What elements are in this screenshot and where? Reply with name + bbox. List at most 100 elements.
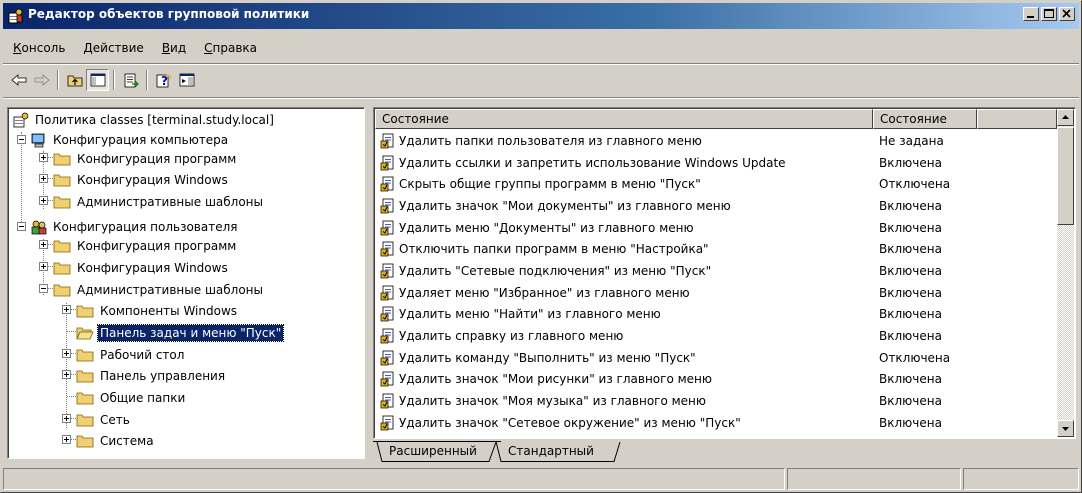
expand-toggle[interactable] bbox=[62, 305, 71, 314]
tree-item-control-panel[interactable]: Панель управления bbox=[76, 366, 227, 386]
menu-separator bbox=[3, 63, 1079, 65]
policy-state: Включена bbox=[879, 242, 942, 257]
column-header-name[interactable]: Состояние bbox=[375, 109, 873, 129]
policy-state: Включена bbox=[879, 155, 942, 170]
maximize-icon bbox=[1044, 9, 1054, 18]
tree-item-cc-programs[interactable]: Конфигурация программ bbox=[53, 149, 238, 169]
policy-name: Отключить папки программ в меню "Настрой… bbox=[399, 242, 709, 257]
tree-item-cc-windows[interactable]: Конфигурация Windows bbox=[53, 170, 230, 190]
expand-toggle[interactable] bbox=[39, 153, 48, 162]
policy-row[interactable]: Удалить значок "Мои документы" из главно… bbox=[375, 195, 1059, 217]
policy-row[interactable]: Удалить меню "Документы" из главного мен… bbox=[375, 217, 1059, 239]
policy-state: Включена bbox=[879, 263, 942, 278]
scroll-thumb[interactable] bbox=[1057, 127, 1074, 225]
expand-toggle[interactable] bbox=[62, 370, 71, 379]
policy-row[interactable]: Удалить значок "Мои рисунки" из главного… bbox=[375, 369, 1059, 391]
policy-row[interactable]: Удалить команду "Выполнить" из меню "Пус… bbox=[375, 347, 1059, 369]
scroll-up-button[interactable] bbox=[1057, 109, 1074, 126]
policy-row[interactable]: Скрыть общие группы программ в меню "Пус… bbox=[375, 173, 1059, 195]
column-headers: Состояние Состояние bbox=[375, 109, 1057, 129]
policy-name-cell: Удалить папки пользователя из главного м… bbox=[375, 133, 873, 149]
status-panel-2 bbox=[787, 468, 961, 490]
details-list[interactable]: Состояние Состояние Удалить папки пользо… bbox=[373, 107, 1076, 439]
show-action-pane-button[interactable] bbox=[175, 69, 198, 91]
maximize-button[interactable] bbox=[1041, 7, 1057, 21]
tree-item-label: Конфигурация Windows bbox=[77, 261, 228, 275]
expand-toggle[interactable] bbox=[39, 262, 48, 271]
menu-view[interactable]: Вид bbox=[152, 37, 194, 59]
policy-state: Отключена bbox=[879, 350, 951, 365]
policy-name: Удалить меню "Найти" из главного меню bbox=[399, 307, 661, 322]
policy-row[interactable]: Удаляет меню "Избранное" из главного мен… bbox=[375, 282, 1059, 304]
forward-button[interactable] bbox=[30, 69, 53, 91]
help-icon: ? bbox=[156, 72, 172, 88]
policy-setting-icon bbox=[380, 133, 394, 149]
collapse-toggle[interactable] bbox=[17, 222, 26, 231]
scroll-down-button[interactable] bbox=[1057, 420, 1074, 437]
expand-toggle[interactable] bbox=[62, 414, 71, 423]
policy-name-cell: Удалить значок "Мои документы" из главно… bbox=[375, 198, 873, 214]
up-level-button[interactable] bbox=[63, 69, 86, 91]
tree-item-label: Административные шаблоны bbox=[77, 283, 264, 297]
tree-item-desktop[interactable]: Рабочий стол bbox=[76, 345, 186, 365]
tab-extended[interactable]: Расширенный bbox=[383, 441, 483, 462]
expand-toggle[interactable] bbox=[39, 196, 48, 205]
tree-item-network[interactable]: Сеть bbox=[76, 410, 132, 430]
help-button[interactable]: ? bbox=[152, 69, 175, 91]
tree-item-computer-config[interactable]: Конфигурация компьютера bbox=[30, 130, 230, 150]
collapse-toggle[interactable] bbox=[17, 135, 26, 144]
tree-item-system[interactable]: Система bbox=[76, 431, 156, 451]
close-button[interactable] bbox=[1059, 7, 1075, 21]
policy-row[interactable]: Удалить значок "Моя музыка" из главного … bbox=[375, 390, 1059, 412]
title-bar[interactable]: Редактор объектов групповой политики bbox=[3, 3, 1079, 29]
tree-item-uc-templates[interactable]: Административные шаблоны bbox=[53, 280, 265, 300]
show-hide-tree-button[interactable] bbox=[86, 69, 109, 91]
policy-setting-icon bbox=[380, 220, 394, 235]
tree-item-label: Конфигурация программ bbox=[77, 152, 237, 166]
tree-item-components[interactable]: Компоненты Windows bbox=[76, 301, 239, 321]
menu-console[interactable]: Консоль bbox=[3, 37, 73, 59]
menu-help-mnemonic: С bbox=[204, 41, 213, 55]
policy-row[interactable]: Удалить "Сетевые подключения" из меню "П… bbox=[375, 260, 1059, 282]
tab-standard[interactable]: Стандартный bbox=[502, 441, 600, 462]
tree-item-uc-windows[interactable]: Конфигурация Windows bbox=[53, 258, 230, 278]
folder-icon bbox=[53, 240, 71, 253]
policy-row[interactable]: Удалить меню "Найти" из главного меню Вкл… bbox=[375, 304, 1059, 326]
back-button[interactable] bbox=[7, 69, 30, 91]
tree-item-uc-programs[interactable]: Конфигурация программ bbox=[53, 236, 238, 256]
expand-toggle[interactable] bbox=[39, 174, 48, 183]
policy-row[interactable]: Отключить папки программ в меню "Настрой… bbox=[375, 238, 1059, 260]
expand-toggle[interactable] bbox=[62, 435, 71, 444]
policy-state: Включена bbox=[879, 285, 942, 300]
tree-line bbox=[67, 396, 76, 397]
policy-name: Удалить меню "Документы" из главного мен… bbox=[399, 220, 694, 235]
expand-toggle[interactable] bbox=[39, 240, 48, 249]
policy-state: Включена bbox=[879, 394, 942, 409]
tree-line bbox=[66, 303, 67, 428]
minimize-button[interactable] bbox=[1023, 7, 1039, 21]
vertical-scrollbar[interactable] bbox=[1057, 109, 1074, 437]
policy-row[interactable]: Удалить ссылки и запретить использование… bbox=[375, 152, 1059, 174]
policy-row[interactable]: Удалить папки пользователя из главного м… bbox=[375, 130, 1059, 152]
column-header-extra[interactable] bbox=[977, 109, 1057, 129]
tree-item-user-config[interactable]: Конфигурация пользователя bbox=[30, 217, 239, 237]
tree-item-label: Рабочий стол bbox=[100, 348, 185, 362]
menu-console-mnemonic: К bbox=[13, 41, 22, 55]
tree-line bbox=[21, 132, 22, 230]
export-list-button[interactable] bbox=[119, 69, 142, 91]
collapse-toggle[interactable] bbox=[39, 284, 48, 293]
tree-item-cc-templates[interactable]: Административные шаблоны bbox=[53, 192, 265, 212]
console-tree[interactable]: Политика classes [terminal.study.local] … bbox=[7, 107, 365, 459]
expand-toggle[interactable] bbox=[62, 349, 71, 358]
tree-root[interactable]: Политика classes [terminal.study.local] bbox=[12, 110, 276, 130]
policy-row[interactable]: Удалить значок "Сетевое окружение" из ме… bbox=[375, 412, 1059, 434]
tree-item-label: Панель задач и меню "Пуск" bbox=[96, 324, 285, 342]
folder-up-icon bbox=[67, 75, 82, 87]
tree-item-shared-folders[interactable]: Общие папки bbox=[76, 388, 187, 408]
policy-row[interactable]: Удалить справку из главного меню Включена bbox=[375, 325, 1059, 347]
menu-action[interactable]: Действие bbox=[73, 37, 151, 59]
policy-state: Отключена bbox=[879, 177, 951, 192]
menu-help[interactable]: Справка bbox=[194, 37, 265, 59]
tree-item-taskbar-start[interactable]: Панель задач и меню "Пуск" bbox=[76, 323, 285, 343]
column-header-state[interactable]: Состояние bbox=[873, 109, 977, 129]
